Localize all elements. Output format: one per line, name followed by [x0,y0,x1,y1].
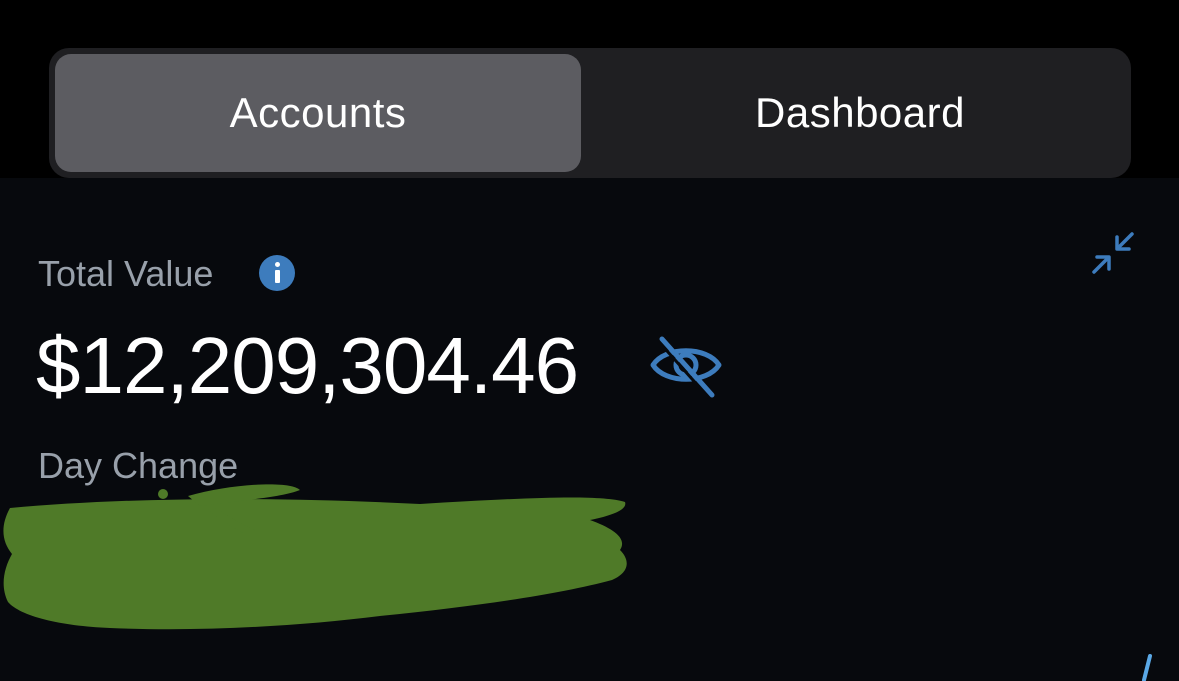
info-icon[interactable] [259,255,295,291]
tab-accounts[interactable]: Accounts [55,54,581,172]
collapse-arrows-icon[interactable] [1088,228,1138,278]
chart-edge-stroke [1142,654,1152,681]
redaction-scribble [3,484,627,630]
eye-slash-icon[interactable] [648,334,724,400]
segmented-control: Accounts Dashboard [49,48,1131,178]
tab-dashboard-label: Dashboard [755,89,965,136]
app-screen: Accounts Dashboard Total Value $12,209,3… [0,0,1179,681]
total-value-card: Total Value $12,209,304.46 Day Change [0,178,1179,681]
tab-dashboard[interactable]: Dashboard [593,54,1127,172]
tab-accounts-label: Accounts [229,89,407,136]
header-area: Accounts Dashboard [0,0,1179,178]
total-value-label: Total Value [38,253,214,294]
total-value-amount: $12,209,304.46 [36,321,579,410]
